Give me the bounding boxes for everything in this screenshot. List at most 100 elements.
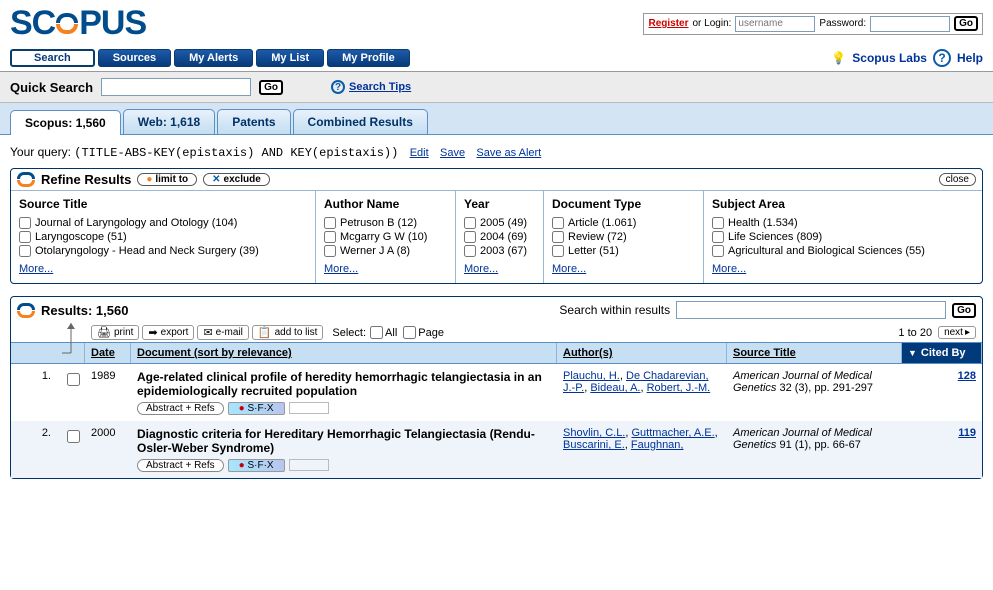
tab-patents[interactable]: Patents [217,109,290,134]
next-button[interactable]: next▸ [938,326,976,339]
facet-item: Article (1.061) [552,217,695,229]
header-date[interactable]: Date [85,343,131,363]
nav-list-button[interactable]: My List [256,49,324,67]
facet-more-link[interactable]: More... [324,263,358,275]
nav-profile-button[interactable]: My Profile [327,49,410,67]
abstract-refs-button[interactable]: Abstract + Refs [137,402,224,415]
sfx-button[interactable]: ● S·F·X [228,402,285,415]
facet-more-link[interactable]: More... [712,263,746,275]
refine-close-button[interactable]: close [939,173,976,186]
search-within-go-button[interactable]: Go [952,303,976,318]
quick-search-go-button[interactable]: Go [259,80,283,95]
placeholder-box [289,402,329,414]
author-link[interactable]: Plauchu, H. [563,370,620,382]
facet-checkbox[interactable] [324,245,336,257]
author-link[interactable]: Buscarini, E. [563,439,625,451]
facet-checkbox[interactable] [712,245,724,257]
facet-checkbox[interactable] [19,217,31,229]
select-label: Select: [332,327,366,339]
facet-checkbox[interactable] [464,217,476,229]
search-within-label: Search within results [559,303,670,317]
tab-combined[interactable]: Combined Results [293,109,428,134]
query-edit-link[interactable]: Edit [410,147,429,159]
facet-checkbox[interactable] [324,231,336,243]
help-link[interactable]: Help [957,51,983,65]
facet-label: Review (72) [568,231,627,243]
scopus-logo: SCPUS [10,4,146,43]
facet-label: Mcgarry G W (10) [340,231,427,243]
facet-more-link[interactable]: More... [552,263,586,275]
facet-more-link[interactable]: More... [464,263,498,275]
author-link[interactable]: Bideau, A. [590,382,640,394]
facet-checkbox[interactable] [19,231,31,243]
facet-label: Werner J A (8) [340,245,410,257]
facet-heading: Subject Area [712,197,974,211]
facet-item: 2003 (67) [464,245,535,257]
facet-heading: Document Type [552,197,695,211]
search-within-input[interactable] [676,301,946,319]
password-input[interactable] [870,16,950,32]
export-button[interactable]: ➡export [142,325,194,340]
header-document[interactable]: Document (sort by relevance) [131,343,557,363]
login-box: Register or Login: Password: Go [643,13,983,35]
register-link[interactable]: Register [648,18,688,29]
row-title: Diagnostic criteria for Hereditary Hemor… [137,427,535,455]
select-page-label: Page [418,327,444,339]
facet-label: Health (1.534) [728,217,798,229]
author-link[interactable]: Guttmacher, A.E. [632,427,715,439]
search-tips-link[interactable]: Search Tips [349,81,411,93]
abstract-refs-button[interactable]: Abstract + Refs [137,459,224,472]
select-all-checkbox[interactable] [370,326,383,339]
facet-checkbox[interactable] [324,217,336,229]
facet-checkbox[interactable] [464,231,476,243]
facet-checkbox[interactable] [712,217,724,229]
scopus-labs-link[interactable]: Scopus Labs [852,51,927,65]
cited-by-link[interactable]: 119 [958,427,976,439]
author-link[interactable]: Robert, J.-M. [647,382,711,394]
header-cited-by[interactable]: Cited By [902,343,982,363]
row-checkbox[interactable] [67,430,80,443]
facet-checkbox[interactable] [19,245,31,257]
tab-web[interactable]: Web: 1,618 [123,109,215,134]
login-go-button[interactable]: Go [954,16,978,31]
query-save-link[interactable]: Save [440,147,465,159]
row-checkbox[interactable] [67,373,80,386]
facet-item: Journal of Laryngology and Otology (104) [19,217,307,229]
email-button[interactable]: ✉e-mail [197,325,248,340]
row-date: 1989 [85,370,131,415]
export-icon: ➡ [148,326,157,339]
tab-scopus[interactable]: Scopus: 1,560 [10,110,121,135]
row-source: American Journal of Medical Genetics 91 … [727,427,902,472]
nav-alerts-button[interactable]: My Alerts [174,49,253,67]
table-row: 2.2000Diagnostic criteria for Hereditary… [11,421,982,478]
limit-to-button[interactable]: ●limit to [137,173,197,186]
login-label: or Login: [693,18,732,29]
facet-checkbox[interactable] [552,231,564,243]
facet-item: Review (72) [552,231,695,243]
author-link[interactable]: Faughnan, [631,439,684,451]
row-source: American Journal of Medical Genetics 32 … [727,370,902,415]
sfx-button[interactable]: ● S·F·X [228,459,285,472]
nav-sources-button[interactable]: Sources [98,49,171,67]
print-button[interactable]: 🖨print [91,325,139,340]
facet-checkbox[interactable] [712,231,724,243]
facet-checkbox[interactable] [552,217,564,229]
query-save-alert-link[interactable]: Save as Alert [476,147,541,159]
add-to-list-button[interactable]: 📋add to list [252,325,324,340]
select-page-checkbox[interactable] [403,326,416,339]
facet-checkbox[interactable] [464,245,476,257]
exclude-button[interactable]: ✕exclude [203,173,270,186]
facet-item: Life Sciences (809) [712,231,974,243]
facet-checkbox[interactable] [552,245,564,257]
cited-by-link[interactable]: 128 [958,370,976,382]
nav-search-button[interactable]: Search [10,49,95,67]
author-link[interactable]: Shovlin, C.L. [563,427,625,439]
refine-panel: Refine Results ●limit to ✕exclude close … [10,168,983,284]
facet-label: Otolaryngology - Head and Neck Surgery (… [35,245,259,257]
facet-label: Letter (51) [568,245,619,257]
username-input[interactable] [735,16,815,32]
quick-search-input[interactable] [101,78,251,96]
header-source[interactable]: Source Title [727,343,902,363]
facet-more-link[interactable]: More... [19,263,53,275]
header-authors[interactable]: Author(s) [557,343,727,363]
